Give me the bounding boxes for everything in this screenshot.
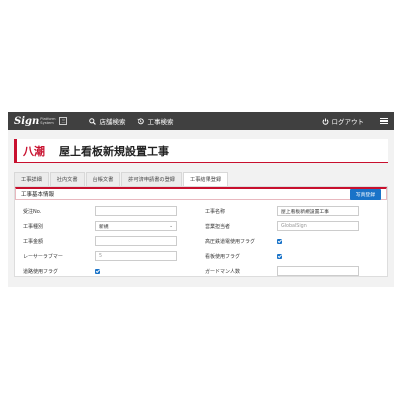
work-type-select[interactable]: 新規 ⌄ [95,221,177,231]
panel-title: 工事基本情報 [21,192,55,198]
app-logo[interactable]: Sign Platform System 三 [14,115,68,127]
logo-subtext: Platform System [40,117,55,125]
tab-work-detail[interactable]: 工事詳細 [14,172,49,186]
logout-label: ログアウト [331,118,365,126]
form-row-racer: レーサーラブマー 5 [23,251,197,261]
guardman-count-label: ガードマン人数 [205,268,241,275]
app-window: Sign Platform System 三 店舗検索 工事検索 ログアウト 八… [8,112,394,287]
form-row-sign-flag: 看板使用フラグ [205,251,379,261]
logo-text: Sign [14,115,40,127]
chevron-down-icon: ⌄ [169,224,173,229]
sales-rep-label: 営業担当者 [205,223,231,230]
store-name: 八潮 [23,144,45,158]
nav-work-search-label: 工事検索 [147,118,174,126]
road-use-flag-checkbox[interactable] [95,268,100,274]
high-voltage-flag-checkbox[interactable] [277,238,282,244]
hamburger-menu-icon[interactable] [380,117,388,125]
work-name-field[interactable]: 屋上看板新規設置工事 [277,206,359,216]
high-voltage-flag-label: 高圧鉄道電使用フラグ [205,238,256,245]
main-nav: 店舗検索 工事検索 [89,116,173,126]
road-use-flag-label: 道路使用フラグ [23,268,59,275]
top-right-controls: ログアウト [322,116,388,126]
work-type-value: 新規 [99,224,109,230]
form-row-work-name: 工事名称 屋上看板新規設置工事 [205,206,379,216]
nav-store-search-label: 店舗検索 [99,118,126,126]
work-type-label: 工事種別 [23,223,44,230]
form-row-work-type: 工事種別 新規 ⌄ [23,221,197,231]
form-row-guardman-count: ガードマン人数 [205,266,379,276]
history-icon [138,117,145,124]
guardman-count-field[interactable] [277,266,359,276]
nav-work-search[interactable]: 工事検索 [137,116,173,126]
form-row-order-no: 受注No. [23,206,197,216]
work-amount-field[interactable] [95,236,177,246]
work-amount-label: 工事金額 [23,238,44,245]
work-form: 受注No. 工事名称 屋上看板新規設置工事 工事種別 新規 ⌄ 営業担当者 Gl… [15,200,387,276]
panel-header: 工事基本情報 写真登録 [15,187,387,200]
page-title: 屋上看板新規設置工事 [59,144,169,158]
form-row-sales-rep: 営業担当者 GlobalSign [205,221,379,231]
tab-ledger-docs[interactable]: 台帳文書 [85,172,121,186]
tab-permit-registration[interactable]: 許可済申請書の登録 [121,172,182,186]
tab-bar: 工事詳細 社内文書 台帳文書 許可済申請書の登録 工事結果登録 [14,172,388,186]
form-row-road-use-flag: 道路使用フラグ [23,266,197,276]
tab-internal-docs[interactable]: 社内文書 [49,172,85,186]
logout-button[interactable]: ログアウト [322,116,365,126]
order-no-field[interactable] [95,206,177,216]
sign-flag-label: 看板使用フラグ [205,253,241,260]
top-navigation-bar: Sign Platform System 三 店舗検索 工事検索 ログアウト [8,112,394,130]
racer-label: レーサーラブマー [23,253,63,260]
form-row-high-voltage-flag: 高圧鉄道電使用フラグ [205,236,379,246]
logo-sub-line-2: System [40,121,54,125]
tab-work-result[interactable]: 工事結果登録 [183,172,229,186]
order-no-label: 受注No. [23,208,42,215]
work-basic-info-panel: 工事基本情報 写真登録 受注No. 工事名称 屋上看板新規設置工事 工事種別 新… [14,186,388,277]
photo-register-button[interactable]: 写真登録 [349,188,381,200]
page-title-bar: 八潮 屋上看板新規設置工事 [14,139,388,163]
work-name-label: 工事名称 [205,208,226,215]
nav-store-search[interactable]: 店舗検索 [89,116,125,126]
power-icon [322,118,328,125]
racer-field[interactable]: 5 [95,251,177,261]
logo-badge: 三 [59,117,68,125]
search-icon [89,117,97,125]
form-row-work-amount: 工事金額 [23,236,197,246]
sales-rep-field[interactable]: GlobalSign [277,221,359,231]
sign-flag-checkbox[interactable] [277,253,282,259]
